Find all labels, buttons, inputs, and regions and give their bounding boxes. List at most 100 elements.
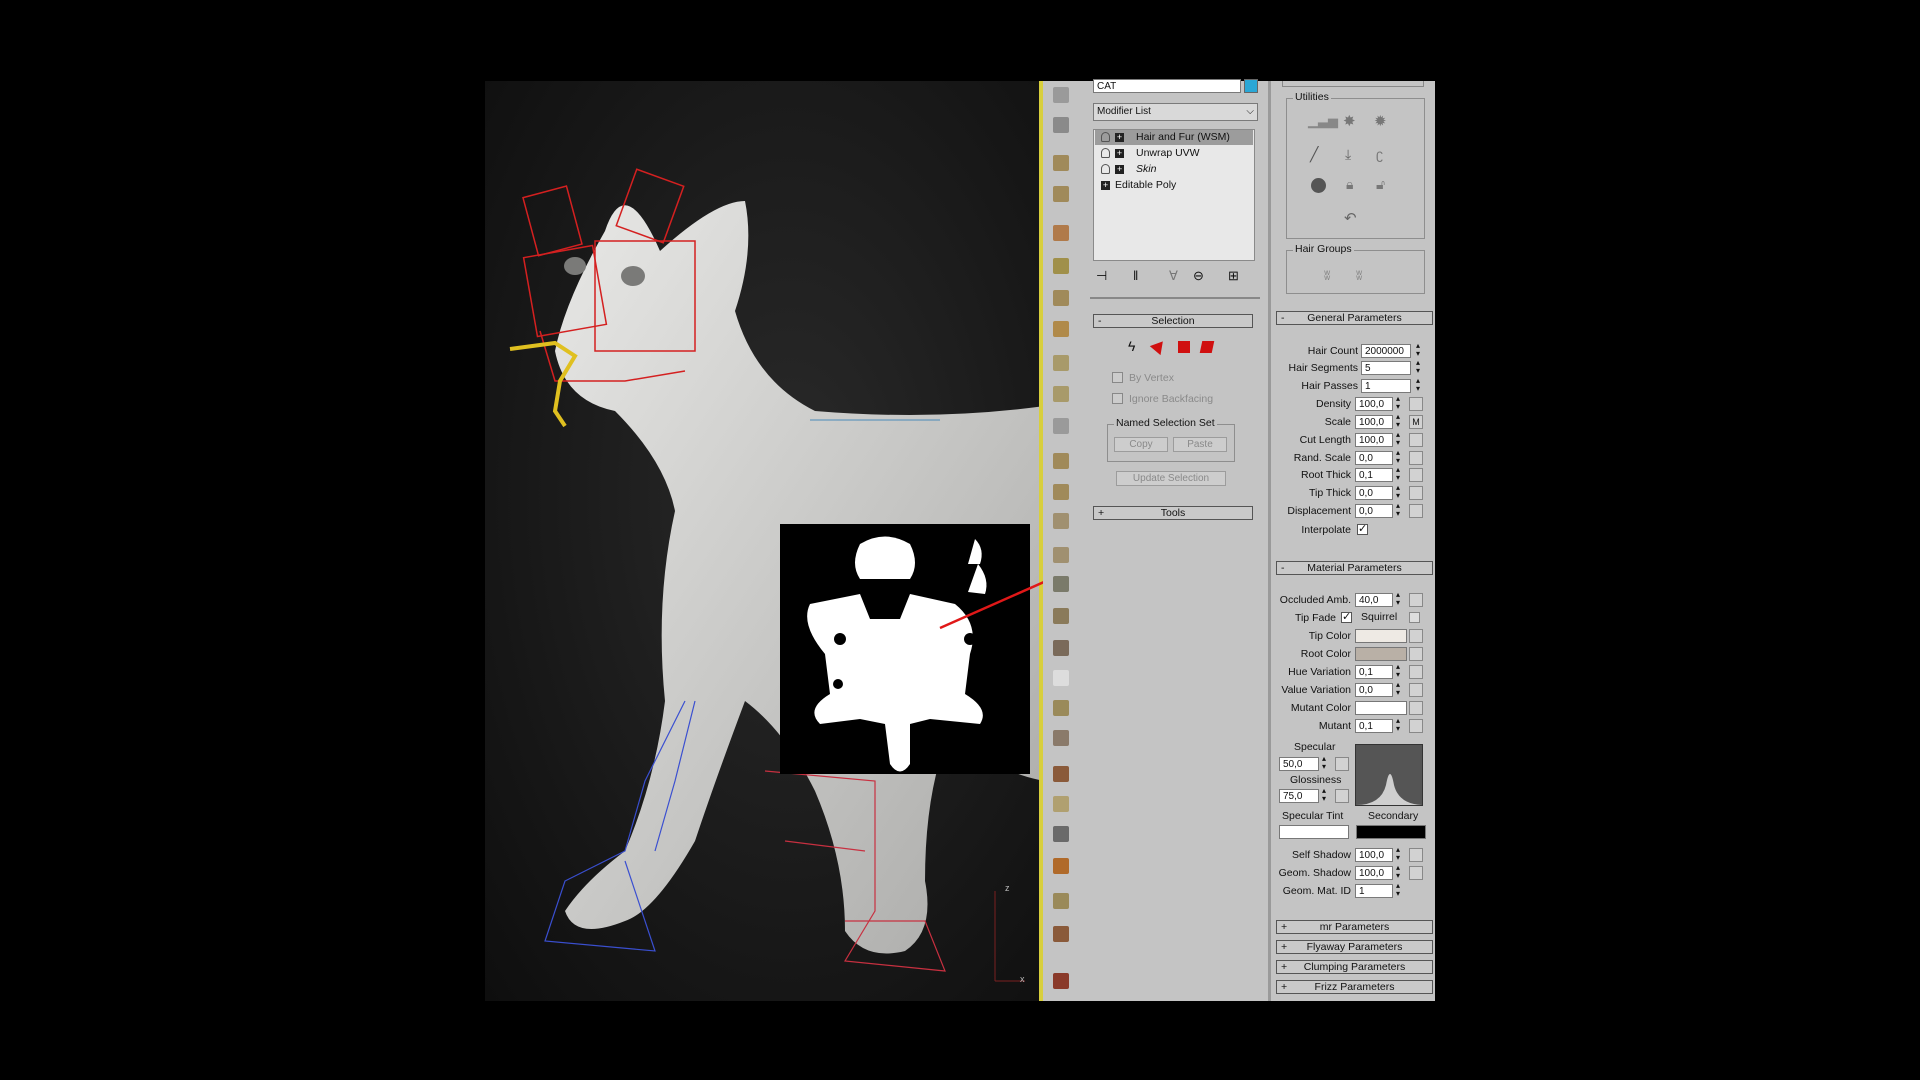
by-vertex-checkbox[interactable] [1112,372,1123,383]
specular-spinner[interactable] [1322,754,1329,772]
sun-outline-icon[interactable]: ✹ [1374,112,1392,130]
glossiness-map-button[interactable] [1335,789,1349,803]
expand-icon[interactable]: + [1115,149,1124,158]
geom-shadow-field[interactable]: 100,0 [1355,866,1393,880]
stack-item-skin[interactable]: + Skin [1095,162,1253,177]
hue-variation-spinner[interactable] [1396,662,1403,680]
tip-fade-checkbox[interactable] [1341,610,1352,623]
density-map-button[interactable] [1409,397,1423,411]
hue-variation-field[interactable]: 0,1 [1355,665,1393,679]
specular-tint-swatch[interactable] [1279,825,1349,839]
lightbulb-icon[interactable] [1101,148,1110,158]
clumping-parameters-header[interactable]: + Clumping Parameters [1276,960,1433,974]
mutant-spinner[interactable] [1396,716,1403,734]
hair-passes-spinner[interactable] [1416,376,1423,394]
ignore-backfacing-checkbox[interactable] [1112,393,1123,404]
density-field[interactable]: 100,0 [1355,397,1393,411]
hair-select-icon[interactable] [1050,667,1072,689]
hair-reset-icon[interactable] [1050,727,1072,749]
hair-segments-spinner[interactable] [1416,358,1423,376]
geom-shadow-map-button[interactable] [1409,866,1423,880]
hair-count-field[interactable]: 2000000 [1361,344,1411,358]
expand-icon[interactable]: + [1115,133,1124,142]
sphere-icon[interactable] [1311,178,1329,196]
material-parameters-header[interactable]: - Material Parameters [1276,561,1433,575]
update-selection-button[interactable]: Update Selection [1116,471,1226,486]
hair-brighten-icon[interactable] [1050,510,1072,532]
hair-rotate-icon[interactable] [1050,415,1072,437]
value-variation-map-button[interactable] [1409,683,1423,697]
hair-count-spinner[interactable] [1416,341,1423,359]
create-tab-icon[interactable] [1050,84,1072,106]
hair-strand-icon[interactable]: ʗ [1376,146,1394,164]
paste-button[interactable]: Paste [1173,437,1227,452]
tip-thick-field[interactable]: 0,0 [1355,486,1393,500]
copy-button[interactable]: Copy [1114,437,1168,452]
occluded-amb-map-button[interactable] [1409,593,1423,607]
hair-layer-icon[interactable] [1050,923,1072,945]
make-unique-icon[interactable]: ∀ [1169,268,1187,286]
object-name-field[interactable]: CAT [1093,79,1241,93]
hair-curl-icon[interactable] [1050,855,1072,877]
hair-clump-icon[interactable] [1050,318,1072,340]
mutant-color-map-button[interactable] [1409,701,1423,715]
frizz-parameters-header[interactable]: + Frizz Parameters [1276,980,1433,994]
cut-length-map-button[interactable] [1409,433,1423,447]
self-shadow-map-button[interactable] [1409,848,1423,862]
geom-mat-id-field[interactable]: 1 [1355,884,1393,898]
geom-shadow-spinner[interactable] [1396,863,1403,881]
configure-sets-icon[interactable]: ⊞ [1228,268,1246,286]
modify-tab-icon[interactable] [1050,114,1072,136]
hair-scale-icon[interactable] [1050,383,1072,405]
hair-grow-icon[interactable] [1050,255,1072,277]
unlock-icon[interactable]: 🔓︎ [1376,176,1394,194]
flyaway-parameters-header[interactable]: + Flyaway Parameters [1276,940,1433,954]
expand-icon[interactable]: + [1115,165,1124,174]
self-shadow-spinner[interactable] [1396,845,1403,863]
occluded-amb-field[interactable]: 40,0 [1355,593,1393,607]
specular-map-button[interactable] [1335,757,1349,771]
hair-cut-icon[interactable] [1050,222,1072,244]
hair-pop-icon[interactable] [1050,605,1072,627]
mutant-color-swatch[interactable] [1355,701,1407,715]
value-variation-spinner[interactable] [1396,680,1403,698]
hair-frizz-icon[interactable] [1050,287,1072,309]
interpolate-checkbox[interactable] [1357,522,1368,535]
glossiness-field[interactable]: 75,0 [1279,789,1319,803]
hair-graph-icon[interactable]: ▁▃▅ [1308,113,1338,131]
object-color-swatch[interactable] [1244,79,1258,93]
self-shadow-field[interactable]: 100,0 [1355,848,1393,862]
stack-item-hair-and-fur[interactable]: + Hair and Fur (WSM) [1095,130,1253,145]
root-thick-map-button[interactable] [1409,468,1423,482]
value-variation-field[interactable]: 0,0 [1355,683,1393,697]
tip-thick-spinner[interactable] [1396,483,1403,501]
root-color-swatch[interactable] [1355,647,1407,661]
lightbulb-icon[interactable] [1101,164,1110,174]
lock-icon[interactable]: 🔒︎ [1346,176,1364,194]
select-guides-icon[interactable]: ϟ [1128,338,1146,356]
pencil-icon[interactable]: ╱ [1310,146,1328,164]
occluded-amb-spinner[interactable] [1396,590,1403,608]
mutant-field[interactable]: 0,1 [1355,719,1393,733]
down-arrow-icon[interactable]: ⤓ [1345,146,1363,164]
root-thick-spinner[interactable] [1396,465,1403,483]
tools-rollout-header[interactable]: + Tools [1093,506,1253,520]
tip-color-swatch[interactable] [1355,629,1407,643]
modifier-list-dropdown[interactable]: Modifier List ⌵ [1093,103,1258,121]
stack-item-unwrap-uvw[interactable]: + Unwrap UVW [1095,146,1253,161]
expand-icon[interactable]: + [1101,181,1110,190]
glossiness-spinner[interactable] [1322,786,1329,804]
lightbulb-icon[interactable] [1101,132,1110,142]
hair-passes-field[interactable]: 1 [1361,379,1411,393]
hair-shift-icon[interactable] [1050,352,1072,374]
root-color-map-button[interactable] [1409,647,1423,661]
hair-guides-icon[interactable] [1050,763,1072,785]
scale-map-button[interactable]: M [1409,415,1423,429]
geom-mat-id-spinner[interactable] [1396,881,1403,899]
select-element-icon[interactable] [1199,341,1219,359]
scale-spinner[interactable] [1396,412,1403,430]
hair-extra-icon[interactable] [1050,970,1072,992]
squirrel-checkbox[interactable] [1409,612,1420,623]
hair-stand-icon[interactable] [1050,450,1072,472]
remove-modifier-icon[interactable]: ⊖ [1193,268,1211,286]
